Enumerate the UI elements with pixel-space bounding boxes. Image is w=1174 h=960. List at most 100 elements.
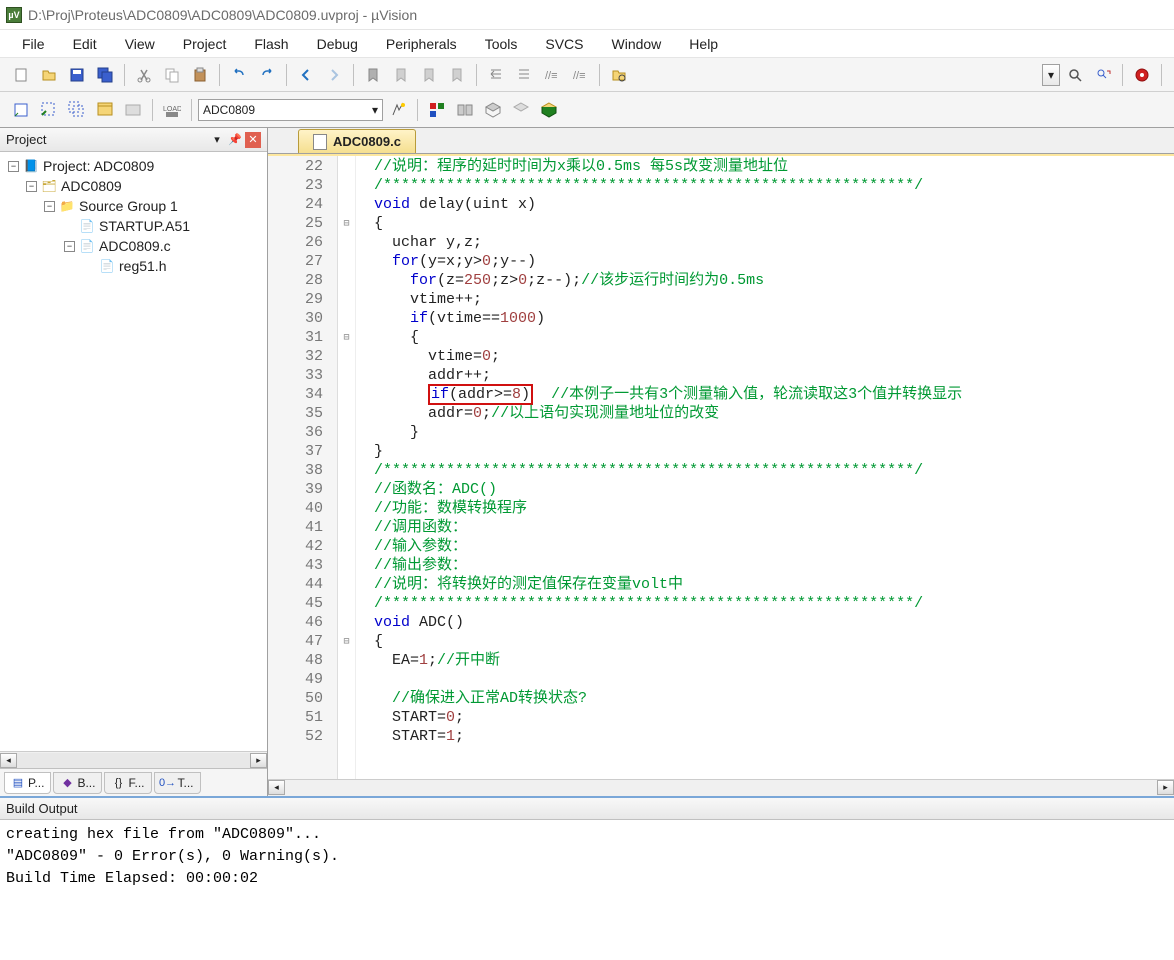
tab-templates[interactable]: 0→T...: [154, 772, 201, 794]
bookmark-toggle-icon[interactable]: [360, 62, 386, 88]
tree-file[interactable]: 📄 STARTUP.A51: [4, 216, 263, 236]
title-bar: µV D:\Proj\Proteus\ADC0809\ADC0809\ADC08…: [0, 0, 1174, 30]
find-icon[interactable]: [1062, 62, 1088, 88]
panel-pin-icon[interactable]: 📌: [227, 132, 243, 148]
tab-project[interactable]: ▤P...: [4, 772, 51, 794]
download-icon[interactable]: LOAD: [159, 97, 185, 123]
bookmark-next-icon[interactable]: [416, 62, 442, 88]
toolbar-separator: [353, 64, 354, 86]
menu-svcs[interactable]: SVCS: [533, 32, 595, 56]
tree-file[interactable]: 📄 reg51.h: [4, 256, 263, 276]
editor-tab-active[interactable]: ADC0809.c: [298, 129, 416, 153]
tab-functions[interactable]: {}F...: [104, 772, 151, 794]
manage-multi-icon[interactable]: [452, 97, 478, 123]
scroll-left-icon[interactable]: ◂: [0, 753, 17, 768]
toolbar-separator: [152, 99, 153, 121]
menu-view[interactable]: View: [113, 32, 167, 56]
project-tree[interactable]: − 📘 Project: ADC0809 − 🗂 ADC0809 − 📁 Sou…: [0, 152, 267, 751]
nav-back-icon[interactable]: [293, 62, 319, 88]
menu-file[interactable]: File: [10, 32, 57, 56]
toolbar-separator: [1122, 64, 1123, 86]
debug-icon[interactable]: [1129, 62, 1155, 88]
file-icon: 📄: [79, 219, 95, 233]
panel-close-icon[interactable]: ✕: [245, 132, 261, 148]
options-icon[interactable]: [385, 97, 411, 123]
bookmark-clear-icon[interactable]: [444, 62, 470, 88]
menu-debug[interactable]: Debug: [305, 32, 370, 56]
menu-tools[interactable]: Tools: [473, 32, 530, 56]
save-icon[interactable]: [64, 62, 90, 88]
menu-project[interactable]: Project: [171, 32, 239, 56]
target-icon: 🗂: [41, 179, 57, 193]
outdent-icon[interactable]: [511, 62, 537, 88]
tree-label: ADC0809.c: [99, 238, 171, 254]
toolbar-separator: [286, 64, 287, 86]
find-dropdown[interactable]: ▾: [1042, 64, 1060, 86]
tree-root[interactable]: − 📘 Project: ADC0809: [4, 156, 263, 176]
books-icon[interactable]: [536, 97, 562, 123]
redo-icon[interactable]: [254, 62, 280, 88]
editor-hscroll[interactable]: ◂ ▸: [268, 779, 1174, 796]
panel-menu-icon[interactable]: ▾: [209, 132, 225, 148]
menu-edit[interactable]: Edit: [61, 32, 109, 56]
chevron-down-icon: ▾: [372, 103, 378, 117]
manage-components-icon[interactable]: [424, 97, 450, 123]
undo-icon[interactable]: [226, 62, 252, 88]
pack-installer-icon[interactable]: [508, 97, 534, 123]
build-output-header: Build Output: [0, 798, 1174, 820]
build-output-body[interactable]: creating hex file from "ADC0809"..."ADC0…: [0, 820, 1174, 910]
project-panel: Project ▾ 📌 ✕ − 📘 Project: ADC0809 − 🗂 A…: [0, 128, 268, 796]
code-editor[interactable]: 2223242526272829303132333435363738394041…: [268, 154, 1174, 779]
select-packs-icon[interactable]: [480, 97, 506, 123]
tab-books[interactable]: ◆B...: [53, 772, 102, 794]
copy-icon[interactable]: [159, 62, 185, 88]
comment-icon[interactable]: //≡: [539, 62, 565, 88]
panel-hscroll[interactable]: ◂ ▸: [0, 751, 267, 768]
toolbar-separator: [1161, 64, 1162, 86]
cut-icon[interactable]: [131, 62, 157, 88]
collapse-icon[interactable]: −: [8, 161, 19, 172]
scroll-track[interactable]: [285, 780, 1157, 796]
find-in-files-icon[interactable]: [606, 62, 632, 88]
menu-bar: File Edit View Project Flash Debug Perip…: [0, 30, 1174, 58]
app-icon: µV: [6, 7, 22, 23]
menu-flash[interactable]: Flash: [242, 32, 300, 56]
collapse-icon[interactable]: −: [64, 241, 75, 252]
scroll-right-icon[interactable]: ▸: [250, 753, 267, 768]
open-file-icon[interactable]: [36, 62, 62, 88]
svg-text://≡: //≡: [545, 70, 558, 82]
tree-file[interactable]: − 📄 ADC0809.c: [4, 236, 263, 256]
collapse-icon[interactable]: −: [44, 201, 55, 212]
nav-forward-icon[interactable]: [321, 62, 347, 88]
paste-icon[interactable]: [187, 62, 213, 88]
uncomment-icon[interactable]: //≡: [567, 62, 593, 88]
toolbar-separator: [476, 64, 477, 86]
scroll-right-icon[interactable]: ▸: [1157, 780, 1174, 795]
tree-target[interactable]: − 🗂 ADC0809: [4, 176, 263, 196]
stop-build-icon[interactable]: [120, 97, 146, 123]
new-file-icon[interactable]: [8, 62, 34, 88]
scroll-track[interactable]: [17, 753, 250, 768]
rebuild-icon[interactable]: [64, 97, 90, 123]
collapse-icon[interactable]: −: [26, 181, 37, 192]
toolbar-separator: [219, 64, 220, 86]
save-all-icon[interactable]: [92, 62, 118, 88]
menu-peripherals[interactable]: Peripherals: [374, 32, 469, 56]
translate-icon[interactable]: [8, 97, 34, 123]
target-select[interactable]: ADC0809 ▾: [198, 99, 383, 121]
menu-window[interactable]: Window: [600, 32, 674, 56]
indent-icon[interactable]: [483, 62, 509, 88]
tree-group[interactable]: − 📁 Source Group 1: [4, 196, 263, 216]
build-icon[interactable]: [36, 97, 62, 123]
code-content[interactable]: //说明：程序的延时时间为x乘以0.5ms 每5s改变测量地址位 /******…: [356, 156, 1174, 779]
menu-help[interactable]: Help: [677, 32, 730, 56]
bookmark-prev-icon[interactable]: [388, 62, 414, 88]
incremental-find-icon[interactable]: [1090, 62, 1116, 88]
fold-column[interactable]: ⊟⊟⊟: [338, 156, 356, 779]
batch-build-icon[interactable]: [92, 97, 118, 123]
toolbar-separator: [417, 99, 418, 121]
project-tab-icon: ▤: [11, 776, 25, 790]
scroll-left-icon[interactable]: ◂: [268, 780, 285, 795]
window-title: D:\Proj\Proteus\ADC0809\ADC0809\ADC0809.…: [28, 7, 417, 23]
tree-label: STARTUP.A51: [99, 218, 190, 234]
